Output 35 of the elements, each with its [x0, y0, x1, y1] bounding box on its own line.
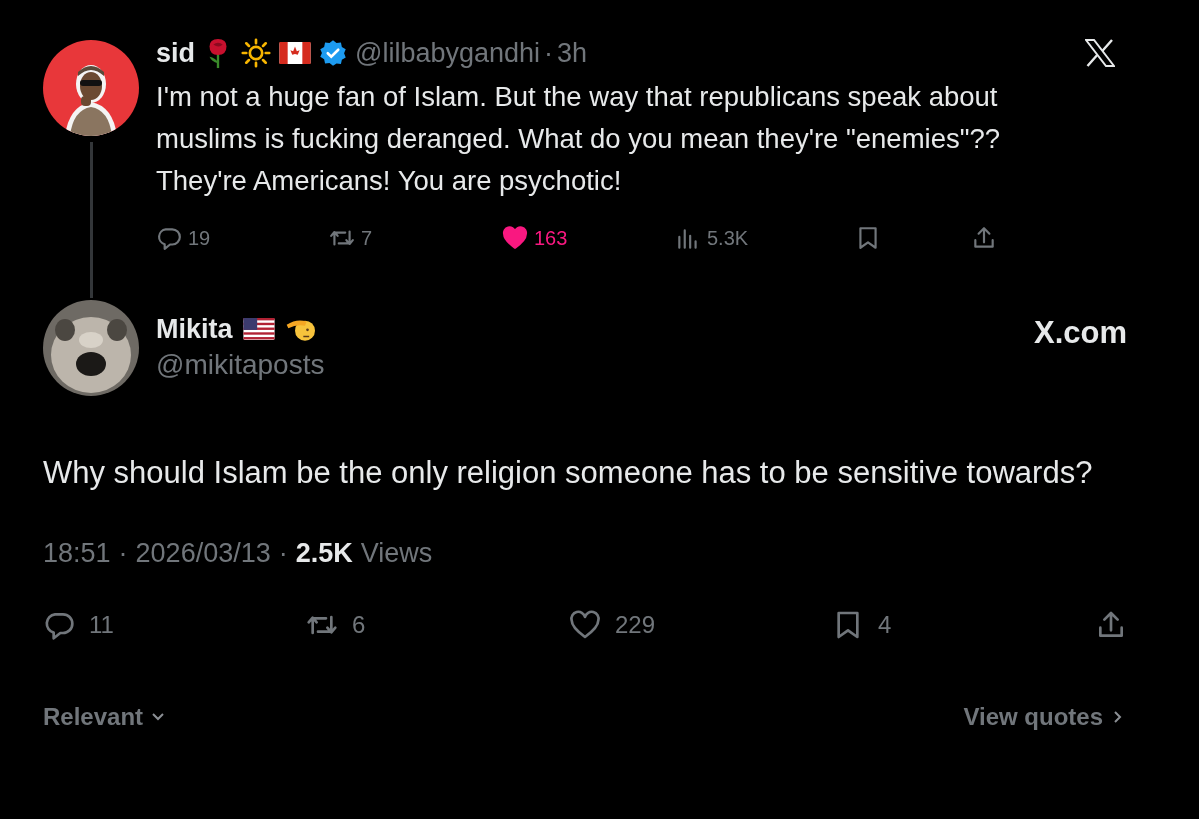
bookmark-button[interactable]: 4 [832, 609, 1094, 641]
separator-dot: · [544, 37, 554, 69]
post-text: I'm not a huge fan of Islam. But the way that republicans speak about muslims is fucking deranged. What do you mean they're "enemies"?? They're Americans! You are psychotic! [156, 80, 1002, 198]
author-handle[interactable]: @mikitaposts [156, 349, 325, 381]
reply-button[interactable]: 11 [43, 609, 305, 641]
verified-badge-icon [319, 39, 347, 67]
flag-icon [242, 318, 275, 340]
separator-dot: · [118, 538, 128, 569]
post-text: Why should Islam be the only religion someone has to be sensitive towards? [43, 454, 1093, 492]
post-time: 18:51 [43, 538, 111, 569]
separator-dot: · [278, 538, 288, 569]
author-name[interactable]: sid [156, 37, 195, 69]
heart-icon [502, 225, 528, 251]
views-count: 2.5K [295, 538, 353, 569]
reply-icon [156, 225, 182, 251]
x-logo-icon [1085, 39, 1115, 67]
repost-button[interactable]: 7 [329, 225, 502, 251]
view-quotes-link[interactable]: View quotes [963, 703, 1125, 731]
site-label: X.com [1033, 315, 1127, 351]
heart-icon [569, 609, 601, 641]
author-name[interactable]: Mikita [156, 313, 233, 345]
share-icon [971, 225, 997, 251]
sun-icon [241, 37, 271, 69]
like-button[interactable]: 163 [502, 225, 675, 251]
flag-icon [279, 42, 311, 64]
author-handle[interactable]: @lilbabygandhi [355, 37, 541, 69]
views-label: Views [360, 538, 433, 569]
post-date: 2026/03/13 [135, 538, 271, 569]
views-button[interactable]: 5.3K [675, 225, 855, 251]
post-time: 3h [557, 37, 588, 69]
like-button[interactable]: 229 [569, 609, 831, 641]
reply-button[interactable]: 19 [156, 225, 329, 251]
sort-dropdown[interactable]: Relevant [43, 703, 166, 731]
repost-button[interactable]: 6 [306, 609, 568, 641]
share-button[interactable] [971, 225, 997, 251]
